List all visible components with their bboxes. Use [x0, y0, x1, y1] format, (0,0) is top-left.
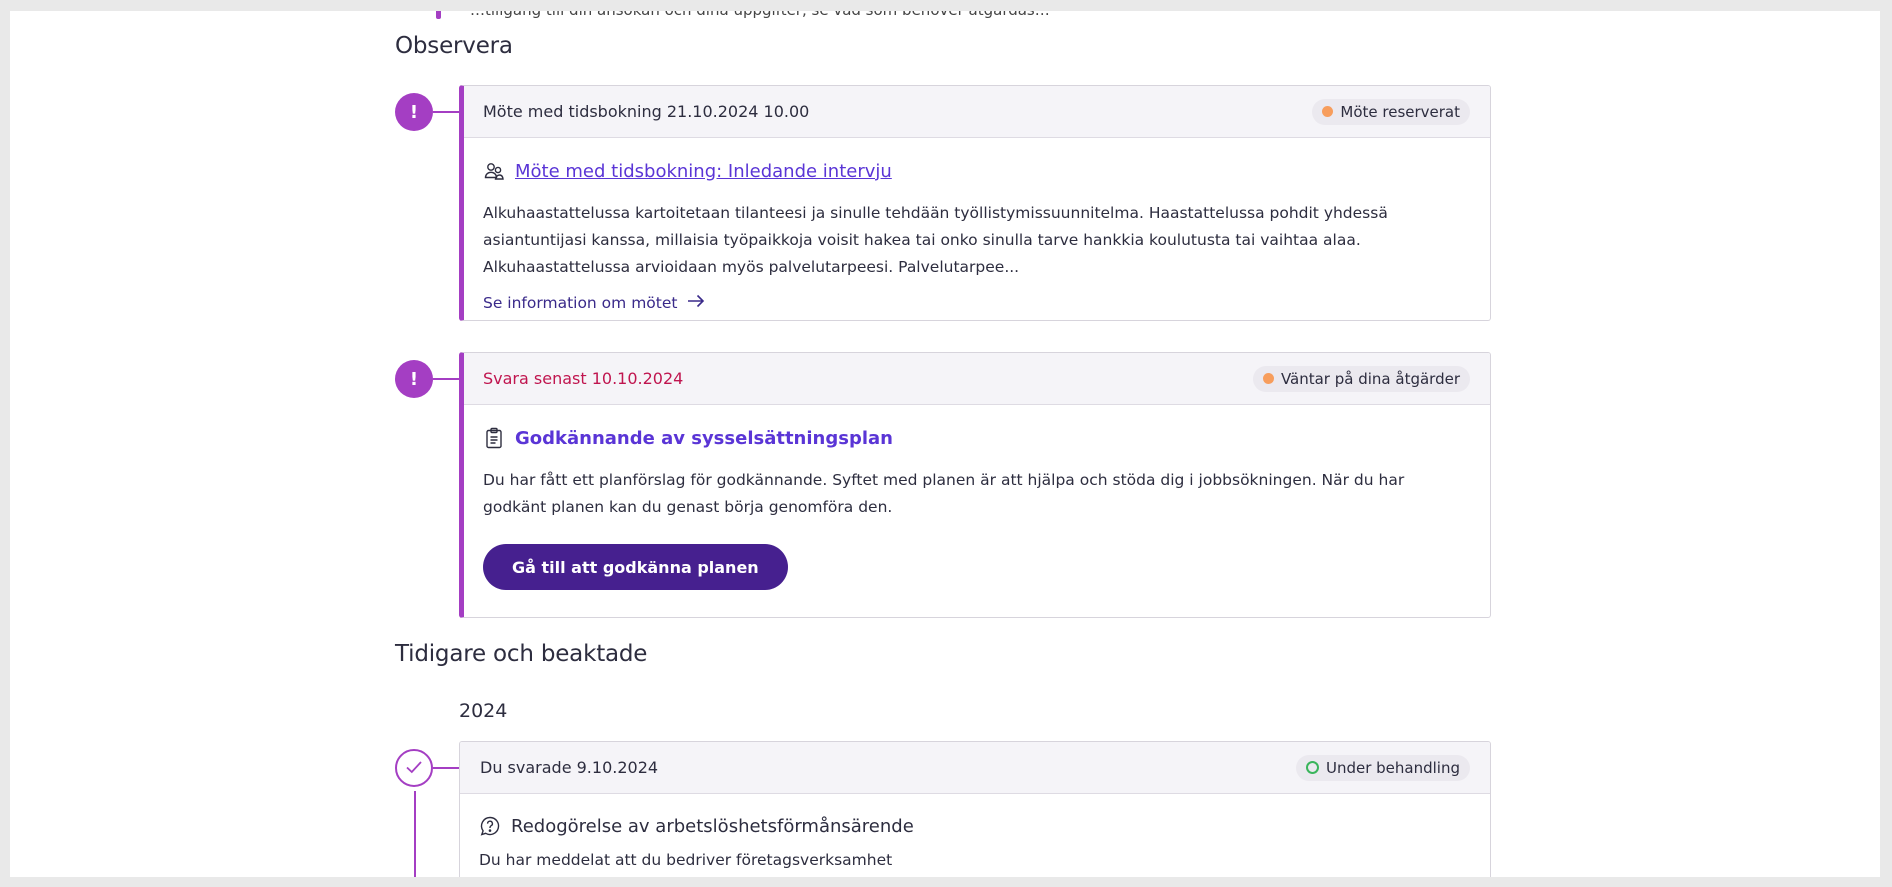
status-badge-label: Under behandling	[1325, 758, 1460, 777]
status-badge: Möte reserverat	[1312, 98, 1470, 125]
arrow-right-icon	[687, 294, 705, 312]
deadline-text: Svara senast 10.10.2024	[483, 369, 684, 388]
page-viewport: …tillgång till din ansökan och dina uppg…	[10, 11, 1880, 877]
meeting-card-body: Möte med tidsbokning: Inledande intervju…	[464, 138, 1490, 313]
meeting-title-row: Möte med tidsbokning: Inledande intervju	[483, 160, 1471, 182]
plan-card: Svara senast 10.10.2024 Väntar på dina å…	[459, 352, 1491, 618]
clipboard-icon	[483, 427, 505, 449]
meeting-title-link[interactable]: Möte med tidsbokning: Inledande intervju	[515, 161, 892, 182]
approve-plan-button[interactable]: Gå till att godkänna planen	[483, 544, 788, 590]
timeline-line	[414, 791, 416, 877]
status-badge: Väntar på dina åtgärder	[1252, 365, 1470, 392]
cut-off-text: …tillgång till din ansökan och dina uppg…	[470, 11, 1050, 19]
meeting-description: Alkuhaastattelussa kartoitetaan tilantee…	[483, 204, 1388, 276]
answered-date-text: Du svarade 9.10.2024	[480, 758, 659, 777]
status-dot-icon	[1322, 106, 1334, 117]
marker-connector	[433, 767, 459, 769]
question-bubble-icon	[479, 815, 501, 837]
exclamation-icon: !	[409, 101, 419, 123]
answered-card: Du svarade 9.10.2024 Under behandling Re…	[459, 741, 1491, 877]
answered-title: Redogörelse av arbetslöshetsförmånsärend…	[511, 815, 914, 837]
alert-marker: !	[395, 360, 433, 398]
completed-marker	[395, 749, 433, 787]
answered-card-body: Redogörelse av arbetslöshetsförmånsärend…	[460, 794, 1490, 874]
status-ring-icon	[1305, 761, 1319, 774]
previous-section-title: Tidigare och beaktade	[395, 641, 648, 667]
meeting-card-header: Möte med tidsbokning 21.10.2024 10.00 Mö…	[464, 86, 1490, 138]
meeting-date-text: Möte med tidsbokning 21.10.2024 10.00	[483, 102, 810, 121]
meeting-info-link-label: Se information om mötet	[483, 294, 678, 312]
marker-connector	[433, 378, 459, 380]
alert-marker: !	[395, 93, 433, 131]
status-badge-label: Möte reserverat	[1340, 102, 1460, 121]
people-meeting-icon	[483, 160, 505, 182]
answered-card-header: Du svarade 9.10.2024 Under behandling	[460, 742, 1490, 794]
plan-description: Du har fått ett planförslag för godkänna…	[483, 471, 1405, 516]
answered-title-row: Redogörelse av arbetslöshetsförmånsärend…	[479, 815, 1471, 837]
meeting-info-link[interactable]: Se information om mötet	[483, 294, 1471, 312]
marker-connector	[433, 111, 459, 113]
plan-card-header: Svara senast 10.10.2024 Väntar på dina å…	[464, 353, 1490, 405]
status-badge: Under behandling	[1295, 754, 1470, 781]
plan-card-body: Godkännande av sysselsättningsplan Du ha…	[464, 405, 1490, 590]
check-icon	[405, 759, 423, 778]
year-heading: 2024	[459, 700, 508, 722]
exclamation-icon: !	[409, 368, 419, 390]
answered-description: Du har meddelat att du bedriver företags…	[479, 851, 893, 869]
meeting-card: Möte med tidsbokning 21.10.2024 10.00 Mö…	[459, 85, 1491, 321]
previous-content-strip: …tillgång till din ansökan och dina uppg…	[10, 11, 1880, 21]
status-dot-icon	[1262, 373, 1274, 384]
plan-title-row: Godkännande av sysselsättningsplan	[483, 427, 1471, 449]
status-badge-label: Väntar på dina åtgärder	[1280, 369, 1460, 388]
observe-section-title: Observera	[395, 33, 513, 59]
timeline-accent-fragment	[436, 11, 441, 19]
plan-title: Godkännande av sysselsättningsplan	[515, 427, 893, 449]
